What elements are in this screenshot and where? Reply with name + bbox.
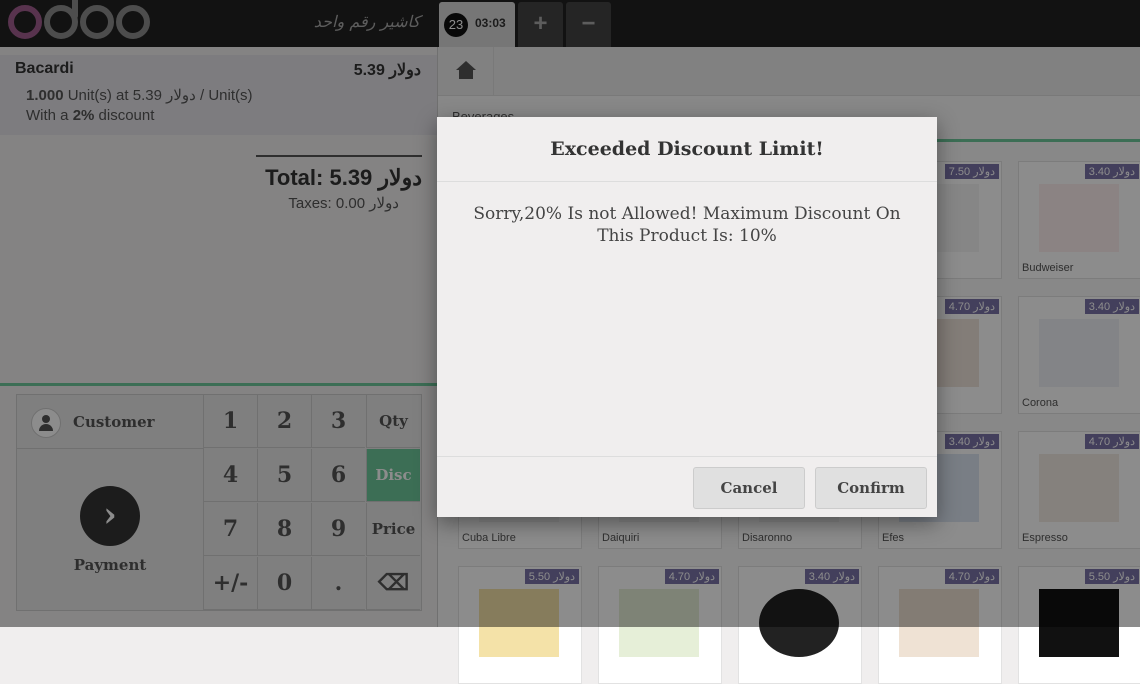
dialog-footer: Cancel Confirm xyxy=(437,456,937,518)
cancel-button[interactable]: Cancel xyxy=(693,467,805,509)
discount-limit-dialog: Exceeded Discount Limit! Sorry,20% Is no… xyxy=(437,117,937,517)
confirm-button[interactable]: Confirm xyxy=(815,467,927,509)
dialog-title: Exceeded Discount Limit! xyxy=(437,117,937,182)
dialog-message: Sorry,20% Is not Allowed! Maximum Discou… xyxy=(473,204,901,246)
